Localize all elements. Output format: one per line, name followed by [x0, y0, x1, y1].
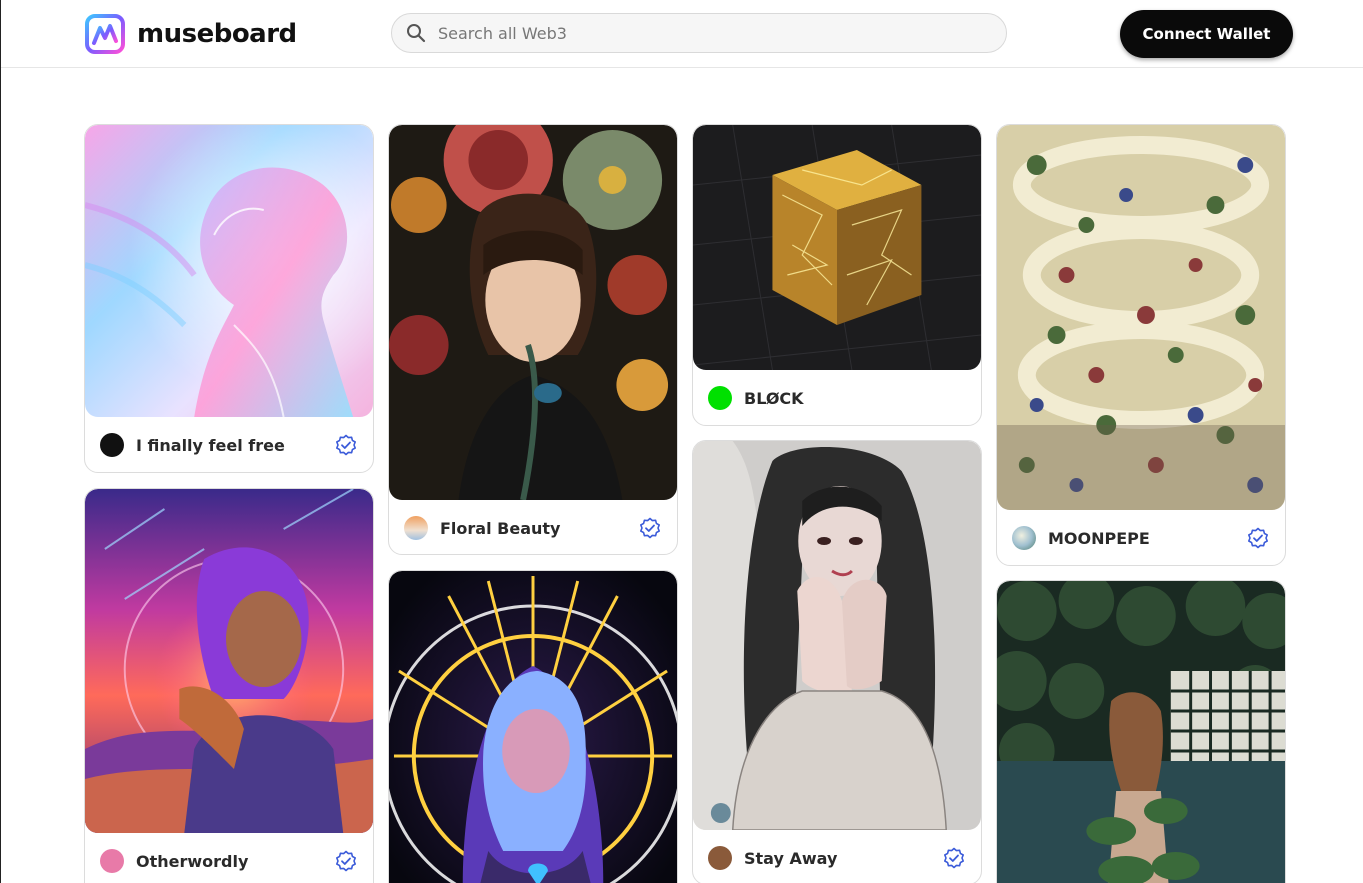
verified-badge-icon [944, 847, 964, 869]
creator-avatar[interactable] [404, 516, 428, 540]
logo[interactable]: museboard [85, 13, 297, 55]
nft-artwork-image[interactable] [389, 571, 677, 883]
connect-wallet-button[interactable]: Connect Wallet [1120, 10, 1293, 58]
nft-artwork-image[interactable] [389, 125, 677, 500]
logo-text: museboard [137, 19, 297, 49]
verified-badge-icon [1248, 527, 1268, 549]
nft-artwork-image[interactable] [997, 125, 1285, 510]
nft-artwork-image[interactable] [85, 125, 373, 417]
verified-badge-icon [640, 517, 660, 539]
nft-artwork-image[interactable] [997, 581, 1285, 883]
museboard-logo-icon [85, 14, 125, 54]
card-caption: MOONPEPE [997, 510, 1285, 565]
nft-artwork-image[interactable] [693, 441, 981, 830]
nft-artwork-image[interactable] [85, 489, 373, 833]
nft-artwork-image[interactable] [693, 125, 981, 370]
card-caption: BLØCK [693, 370, 981, 425]
card-caption: Floral Beauty [389, 500, 677, 554]
nft-card[interactable] [388, 570, 678, 883]
creator-avatar[interactable] [708, 846, 732, 870]
creator-avatar[interactable] [100, 849, 124, 873]
search-icon [407, 24, 426, 43]
creator-avatar[interactable] [708, 386, 732, 410]
nft-card[interactable] [996, 580, 1286, 883]
nft-card[interactable]: I finally feel free [84, 124, 374, 473]
nft-card[interactable]: Stay Away [692, 440, 982, 883]
nft-card[interactable]: Otherwordly [84, 488, 374, 883]
search-bar[interactable] [391, 13, 1007, 53]
card-caption: Stay Away [693, 830, 981, 883]
card-title[interactable]: BLØCK [744, 389, 804, 408]
card-title[interactable]: Otherwordly [136, 852, 248, 871]
top-header: museboard Connect Wallet [1, 0, 1363, 68]
verified-badge-icon [336, 434, 356, 456]
creator-avatar[interactable] [100, 433, 124, 457]
creator-avatar[interactable] [1012, 526, 1036, 550]
card-caption: I finally feel free [85, 417, 373, 472]
nft-card[interactable]: MOONPEPE [996, 124, 1286, 566]
card-caption: Otherwordly [85, 833, 373, 883]
verified-badge-icon [336, 850, 356, 872]
nft-card[interactable]: BLØCK [692, 124, 982, 426]
search-input[interactable] [436, 22, 980, 44]
card-title[interactable]: Floral Beauty [440, 519, 560, 538]
card-title[interactable]: Stay Away [744, 849, 837, 868]
card-title[interactable]: I finally feel free [136, 436, 285, 455]
page: museboard Connect Wallet [0, 0, 1363, 883]
nft-card[interactable]: Floral Beauty [388, 124, 678, 555]
card-title[interactable]: MOONPEPE [1048, 529, 1150, 548]
